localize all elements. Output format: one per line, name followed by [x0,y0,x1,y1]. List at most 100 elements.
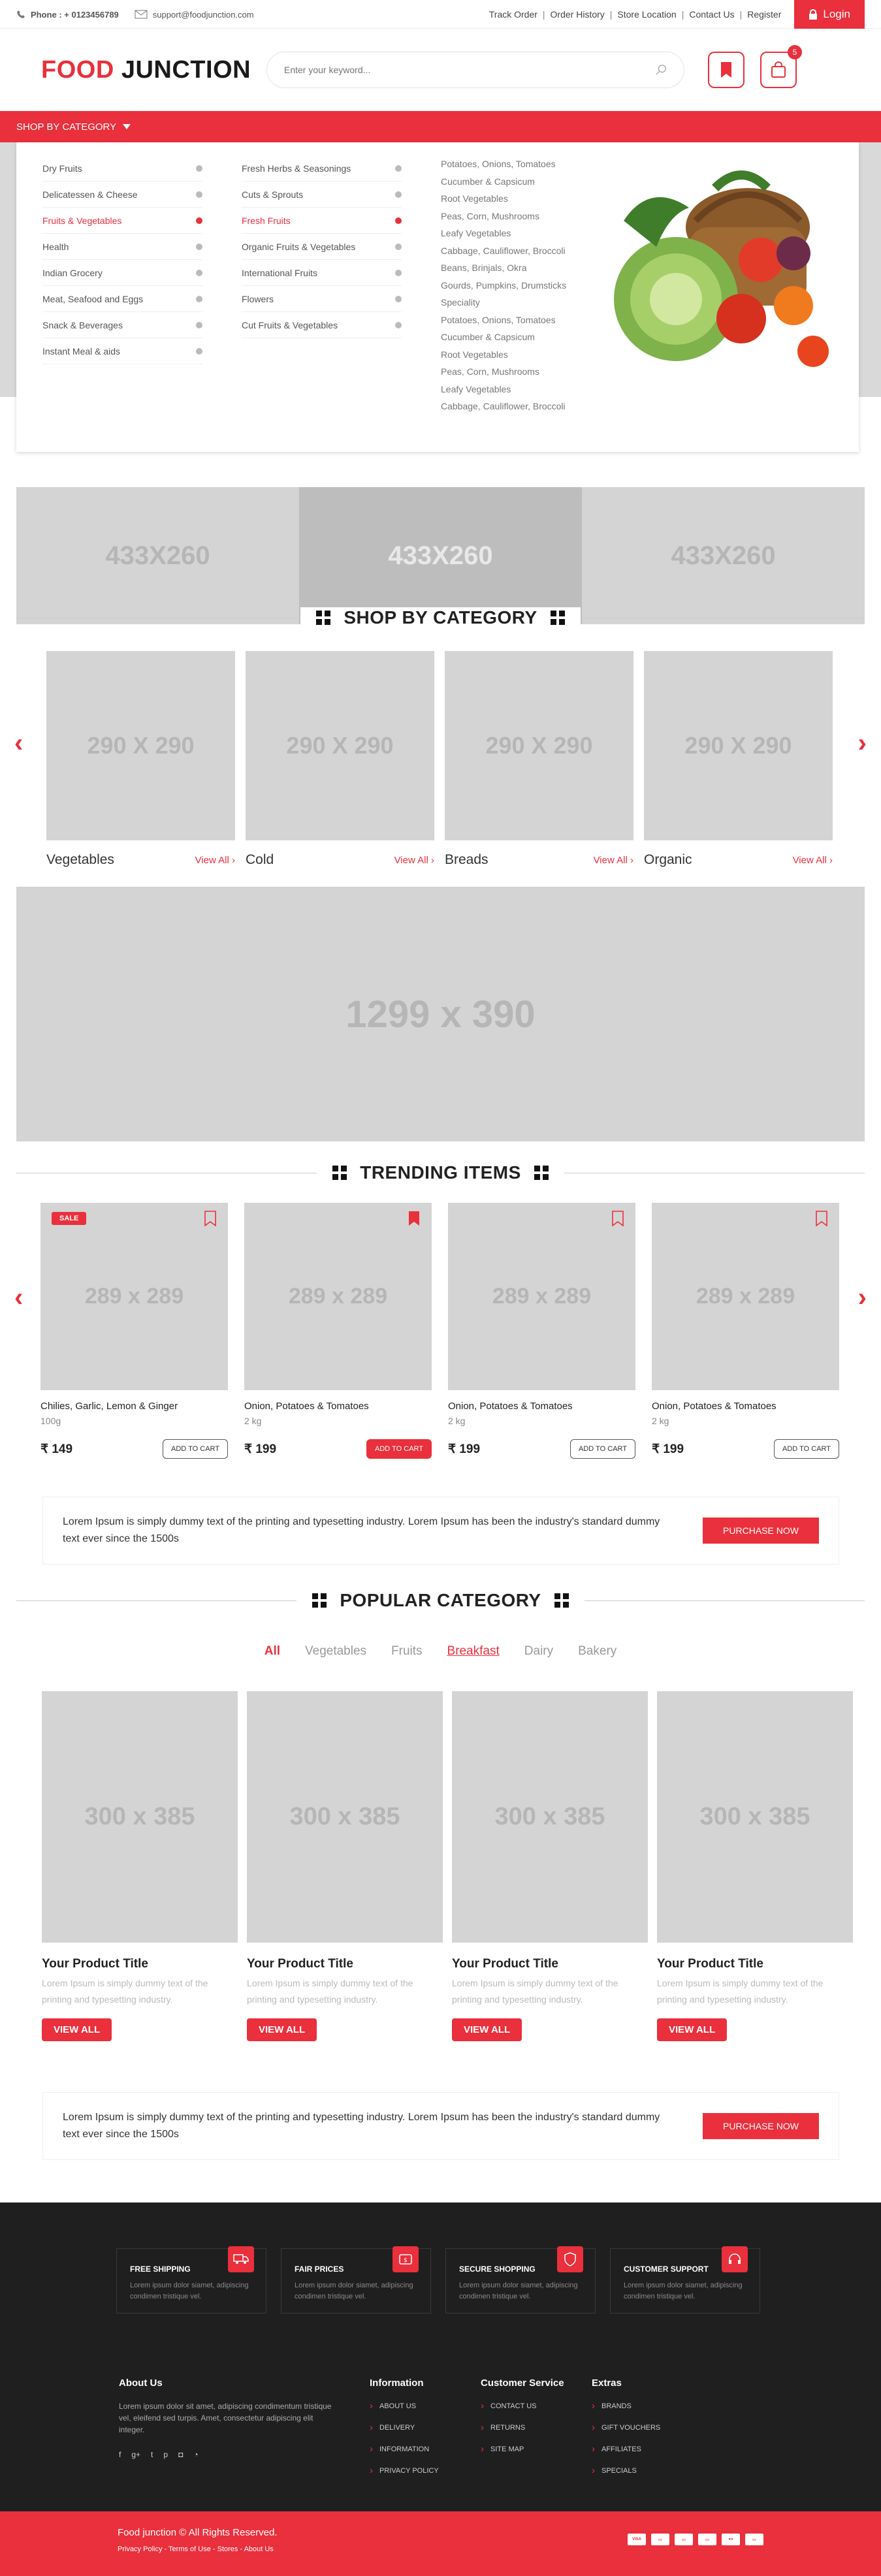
tab-dairy[interactable]: Dairy [524,1644,553,1659]
submenu-link[interactable]: Gourds, Pumpkins, Drumsticks [441,277,598,294]
promo-banner[interactable]: 433X260 [299,487,582,624]
footer-link[interactable]: SPECIALS [592,2465,703,2476]
shop-by-category-dropdown[interactable]: SHOP BY CATEGORY [16,121,131,133]
submenu-link[interactable]: Potatoes, Onions, Tomatoes [441,155,598,173]
footer-link[interactable]: SITE MAP [481,2443,592,2455]
product-name[interactable]: Onion, Potatoes & Tomatoes [448,1401,635,1412]
view-all-button[interactable]: VIEW ALL [657,2018,728,2041]
footer-link[interactable]: INFORMATION [370,2443,481,2455]
product-card[interactable]: 289 x 289 Onion, Potatoes & Tomatoes 2 k… [244,1203,432,1459]
footer-link[interactable]: ABOUT US [370,2400,481,2411]
footer-link[interactable]: PRIVACY POLICY [370,2465,481,2476]
view-all-button[interactable]: VIEW ALL [452,2018,522,2041]
menu-item-flowers[interactable]: Flowers [242,286,402,312]
submenu-link[interactable]: Peas, Corn, Mushrooms [441,208,598,225]
submenu-link[interactable]: Cucumber & Capsicum [441,328,598,346]
bookmark-icon[interactable] [816,1211,827,1226]
menu-item-dry-fruits[interactable]: Dry Fruits [42,155,202,182]
site-logo[interactable]: FOOD JUNCTION [41,56,266,84]
tab-vegetables[interactable]: Vegetables [305,1644,366,1659]
category-card[interactable]: 290 X 290 Breads View All › [445,651,633,868]
store-location-link[interactable]: Store Location [612,9,681,20]
menu-item-instant-meal[interactable]: Instant Meal & aids [42,338,202,364]
promo-banner[interactable]: 433X260 [582,487,865,624]
bookmark-icon[interactable] [612,1211,624,1226]
search-icon[interactable] [655,64,667,76]
facebook-icon[interactable]: f [119,2450,121,2459]
rss-icon[interactable]: ◔ [193,2450,198,2459]
add-to-cart-button[interactable]: ADD TO CART [366,1439,432,1459]
product-card[interactable]: 289 x 289 Onion, Potatoes & Tomatoes 2 k… [652,1203,839,1459]
contact-us-link[interactable]: Contact Us [684,9,739,20]
menu-item-organic[interactable]: Organic Fruits & Vegetables [242,234,402,260]
view-all-button[interactable]: VIEW ALL [247,2018,317,2041]
purchase-now-button[interactable]: PURCHASE NOW [703,2113,819,2139]
footer-link[interactable]: BRANDS [592,2400,703,2411]
footer-link[interactable]: RETURNS [481,2422,592,2433]
submenu-link[interactable]: Root Vegetables [441,190,598,208]
product-image[interactable]: 289 x 289 [244,1203,432,1390]
product-title[interactable]: Your Product Title [657,1957,853,1971]
menu-item-meat-seafood[interactable]: Meat, Seafood and Eggs [42,286,202,312]
footer-link[interactable]: DELIVERY [370,2422,481,2433]
pinterest-icon[interactable]: p [163,2450,168,2459]
menu-item-snack-beverages[interactable]: Snack & Beverages [42,312,202,338]
bookmark-filled-icon[interactable] [408,1211,420,1226]
trending-prev-arrow[interactable]: ‹ [14,1283,23,1312]
trending-next-arrow[interactable]: › [858,1283,867,1312]
view-all-button[interactable]: VIEW ALL [42,2018,112,2041]
product-image[interactable]: 300 x 385 [452,1691,648,1943]
view-all-link[interactable]: View All › [195,855,235,866]
google-plus-icon[interactable]: g+ [131,2450,140,2459]
menu-item-cut-fruits[interactable]: Cut Fruits & Vegetables [242,312,402,338]
product-image[interactable]: 300 x 385 [247,1691,443,1943]
tab-fruits[interactable]: Fruits [391,1644,423,1659]
email-address[interactable]: support@foodjunction.com [153,10,254,20]
footer-link[interactable]: AFFILIATES [592,2443,703,2455]
category-image[interactable]: 290 X 290 [644,651,833,840]
add-to-cart-button[interactable]: ADD TO CART [570,1439,635,1459]
tab-all[interactable]: All [264,1644,280,1659]
add-to-cart-button[interactable]: ADD TO CART [774,1439,839,1459]
search-input[interactable] [284,65,611,75]
submenu-link[interactable]: Speciality [441,294,598,311]
menu-item-fresh-fruits[interactable]: Fresh Fruits [242,208,402,234]
view-all-link[interactable]: View All › [594,855,633,866]
product-image[interactable]: 289 x 289 [652,1203,839,1390]
track-order-link[interactable]: Track Order [484,9,543,20]
submenu-link[interactable]: Beans, Brinjals, Okra [441,259,598,277]
product-name[interactable]: Onion, Potatoes & Tomatoes [652,1401,839,1412]
submenu-link[interactable]: Peas, Corn, Mushrooms [441,363,598,381]
order-history-link[interactable]: Order History [545,9,610,20]
product-name[interactable]: Chilies, Garlic, Lemon & Ginger [40,1401,228,1412]
cart-button[interactable]: 5 [760,45,802,88]
add-to-cart-button[interactable]: ADD TO CART [163,1439,228,1459]
twitter-icon[interactable]: t [151,2450,153,2459]
category-card[interactable]: 290 X 290 Cold View All › [246,651,434,868]
menu-item-delicatessen[interactable]: Delicatessen & Cheese [42,182,202,208]
tab-bakery[interactable]: Bakery [578,1644,617,1659]
product-card[interactable]: 289 x 289 Onion, Potatoes & Tomatoes 2 k… [448,1203,635,1459]
menu-item-health[interactable]: Health [42,234,202,260]
carousel-next-arrow[interactable]: › [858,729,867,758]
product-title[interactable]: Your Product Title [42,1957,238,1971]
submenu-link[interactable]: Cucumber & Capsicum [441,173,598,191]
menu-item-indian-grocery[interactable]: Indian Grocery [42,260,202,286]
footer-link[interactable]: GIFT VOUCHERS [592,2422,703,2433]
register-link[interactable]: Register [742,9,786,20]
category-card[interactable]: 290 X 290 Vegetables View All › [46,651,235,868]
category-card[interactable]: 290 X 290 Organic View All › [644,651,833,868]
purchase-now-button[interactable]: PURCHASE NOW [703,1518,819,1544]
menu-item-fresh-herbs[interactable]: Fresh Herbs & Seasonings [242,155,402,182]
wishlist-button[interactable] [708,52,745,88]
submenu-link[interactable]: Cabbage, Cauliflower, Broccoli [441,242,598,260]
menu-item-cuts-sprouts[interactable]: Cuts & Sprouts [242,182,402,208]
category-image[interactable]: 290 X 290 [46,651,235,840]
menu-item-international-fruits[interactable]: International Fruits [242,260,402,286]
submenu-link[interactable]: Cabbage, Cauliflower, Broccoli [441,398,598,415]
carousel-prev-arrow[interactable]: ‹ [14,729,23,758]
submenu-link[interactable]: Potatoes, Onions, Tomatoes [441,311,598,329]
bookmark-icon[interactable] [204,1211,216,1226]
submenu-link[interactable]: Leafy Vegetables [441,225,598,242]
view-all-link[interactable]: View All › [793,855,833,866]
